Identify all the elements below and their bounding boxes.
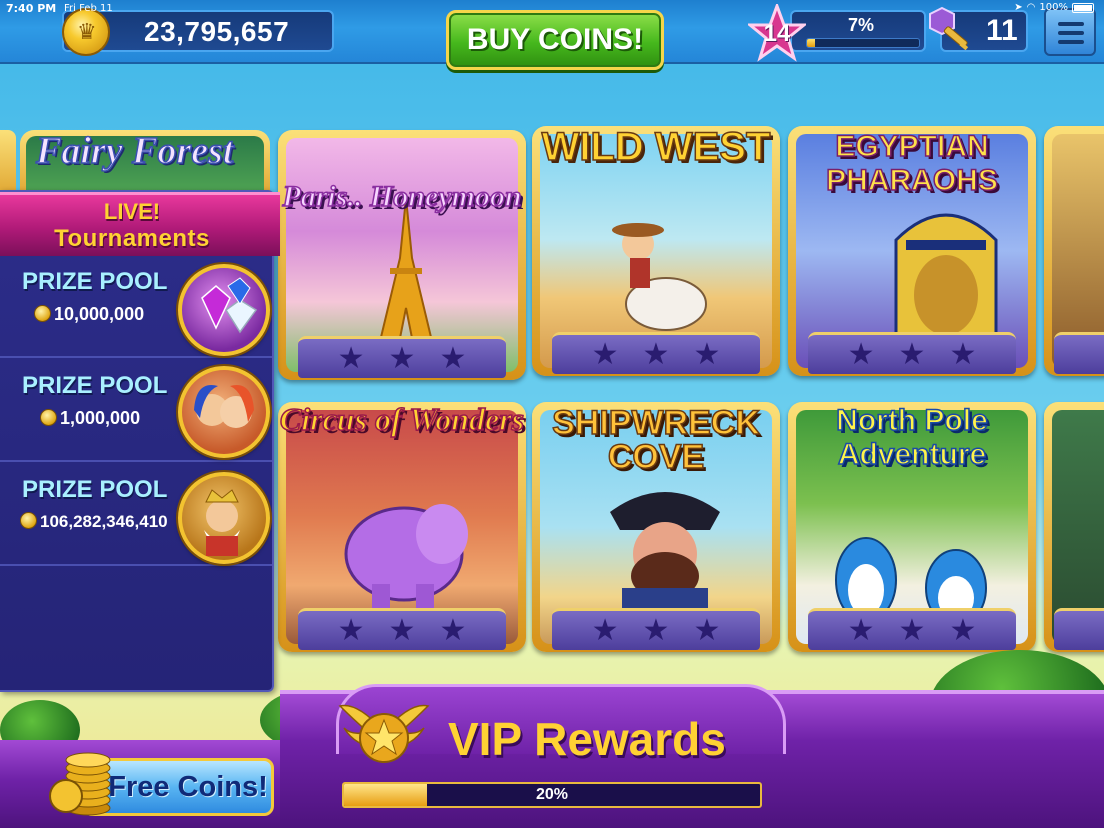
vip-progress-text: 20% (535, 786, 569, 803)
keys-count: 11 (986, 14, 1018, 47)
ios-status-bar: 7:40 PM Fri Feb 11 ➤ ◠ 100% (0, 0, 1104, 18)
vip-rewards-title: VIP Rewards (448, 713, 726, 765)
coin-icon (34, 305, 51, 322)
slot-tile-partial-right-1[interactable] (1044, 126, 1104, 376)
slot-tile-shipwreck[interactable]: SHIPWRECK COVE ★ ★ ★ (532, 402, 780, 652)
slot-tile-paris[interactable]: Paris.. Honeymoon ★ ★ ★ (278, 130, 526, 380)
prize-pool-row[interactable]: PRIZE POOL 106,282,346,410 (0, 464, 272, 566)
slot-tile-north-pole[interactable]: North Pole Adventure ★ ★ ★ (788, 402, 1036, 652)
prize-pool-row[interactable]: PRIZE POOL 10,000,000 (0, 256, 272, 358)
battery-percent: 100% (1039, 2, 1068, 13)
slot-stars: ★ ★ ★ (298, 608, 506, 650)
status-date: Fri Feb 11 (64, 3, 113, 14)
prize-pool-amount: 1,000,000 (40, 408, 140, 429)
coin-balance-value: 23,795,657 (144, 16, 290, 47)
slot-tile-wild-west[interactable]: WILD WEST ★ ★ ★ (532, 126, 780, 376)
vip-winged-star-icon (338, 692, 430, 772)
prize-pool-amount: 106,282,346,410 (20, 512, 168, 532)
slot-stars (1054, 608, 1104, 650)
tournaments-header[interactable]: LIVE! Tournaments (0, 192, 280, 256)
slot-title: EGYPTIAN PHARAOHS (825, 129, 998, 198)
xp-progress-fill (807, 39, 815, 47)
battery-icon (1072, 2, 1094, 13)
xp-percent: 7% (848, 15, 875, 35)
couple-badge-icon (178, 366, 270, 458)
slot-title: WILD WEST (541, 125, 771, 169)
buy-coins-button[interactable]: BUY COINS! (446, 10, 664, 70)
pirate-icon (610, 492, 720, 622)
xp-progress-bar (806, 38, 920, 48)
slot-tile-partial-right-2[interactable] (1044, 402, 1104, 652)
king-badge-icon (178, 472, 270, 564)
slot-stars: ★ ★ ★ (808, 608, 1016, 650)
slot-stars: ★ ★ ★ (552, 332, 760, 374)
slot-title: SHIPWRECK COVE (551, 404, 760, 476)
slot-stars: ★ ★ ★ (808, 332, 1016, 374)
prize-pool-row[interactable]: PRIZE POOL 1,000,000 (0, 360, 272, 462)
slot-stars: ★ ★ ★ (298, 336, 506, 378)
tournaments-title: Tournaments (54, 225, 210, 252)
coin-icon (40, 409, 57, 426)
level-number: 14 (763, 20, 791, 47)
eiffel-tower-icon (374, 198, 438, 358)
wifi-icon: ◠ (1026, 2, 1036, 13)
slot-title: Paris.. Honeymoon (282, 179, 523, 214)
slot-stars: ★ ★ ★ (552, 608, 760, 650)
tournaments-panel: PRIZE POOL 10,000,000 PRIZE POOL 1,000,0… (0, 190, 274, 692)
slot-tile-egyptian[interactable]: EGYPTIAN PHARAOHS ★ ★ ★ (788, 126, 1036, 376)
prize-pool-label: PRIZE POOL (22, 476, 168, 503)
live-label: LIVE! (103, 199, 161, 224)
prize-pool-amount: 10,000,000 (34, 304, 144, 325)
slot-title: Fairy Forest (35, 130, 234, 172)
coin-stack-icon (48, 742, 112, 816)
prize-pool-label: PRIZE POOL (22, 268, 168, 295)
gems-badge-icon (178, 264, 270, 356)
status-right: ➤ ◠ 100% (1014, 2, 1094, 13)
status-time: 7:40 PM (6, 2, 57, 15)
slot-title: North Pole Adventure (835, 403, 988, 472)
prize-pool-label: PRIZE POOL (22, 372, 168, 399)
slot-tile-circus[interactable]: Circus of Wonders ★ ★ ★ (278, 401, 526, 652)
slot-title: Circus of Wonders (279, 401, 525, 437)
coin-icon (20, 512, 37, 529)
slot-stars (1054, 332, 1104, 374)
vip-progress-bar: 20% (342, 782, 762, 808)
location-icon: ➤ (1014, 2, 1023, 13)
elephant-icon (344, 504, 468, 612)
